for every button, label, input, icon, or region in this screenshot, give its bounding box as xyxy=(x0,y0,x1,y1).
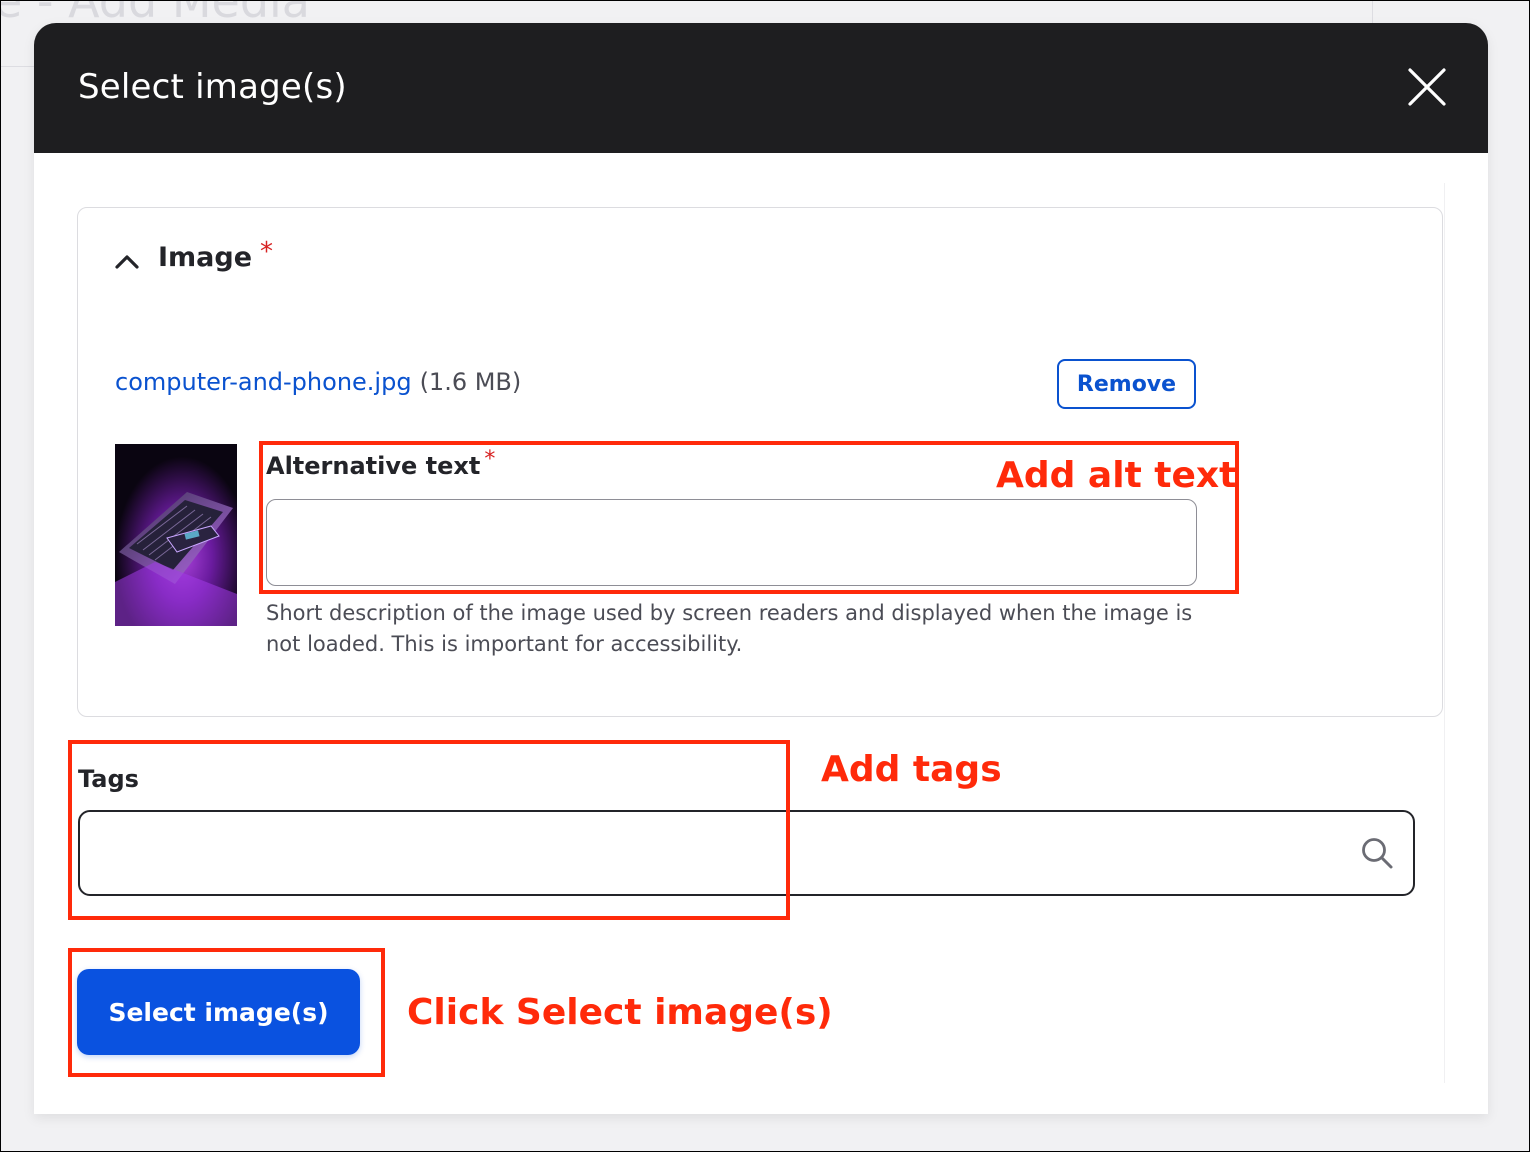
alt-text-description: Short description of the image used by s… xyxy=(266,601,1193,656)
annotation-alt-text-label: Add alt text xyxy=(996,455,1237,496)
tags-label: Tags xyxy=(78,765,139,793)
annotation-tags-label: Add tags xyxy=(821,749,1002,790)
section-title: Image * xyxy=(158,237,273,273)
file-row: computer-and-phone.jpg (1.6 MB) xyxy=(115,368,521,396)
file-size: (1.6 MB) xyxy=(419,368,522,396)
image-thumbnail xyxy=(115,444,237,626)
select-images-dialog: Select image(s) Image * computer-and-phon… xyxy=(34,23,1488,1114)
dialog-header: Select image(s) xyxy=(34,23,1488,153)
alt-text-label-text: Alternative text xyxy=(266,452,481,480)
dialog-title: Select image(s) xyxy=(78,67,347,107)
content-edge xyxy=(1444,183,1445,1083)
file-link[interactable]: computer-and-phone.jpg xyxy=(115,368,412,396)
required-marker: * xyxy=(260,237,274,267)
remove-button[interactable]: Remove xyxy=(1057,359,1196,409)
background-divider-vertical xyxy=(1372,0,1373,24)
section-title-text: Image xyxy=(158,242,253,273)
search-icon xyxy=(1360,836,1394,870)
alt-text-label: Alternative text * xyxy=(266,447,495,480)
chevron-up-icon[interactable] xyxy=(112,246,142,276)
image-details-panel: Image * computer-and-phone.jpg (1.6 MB) Re… xyxy=(77,207,1443,717)
alt-text-required-marker: * xyxy=(484,447,496,472)
tags-input[interactable] xyxy=(78,810,1415,896)
annotation-select-label: Click Select image(s) xyxy=(407,992,833,1033)
close-icon[interactable] xyxy=(1406,66,1448,108)
alt-text-input[interactable] xyxy=(266,499,1197,586)
select-images-button[interactable]: Select image(s) xyxy=(77,969,360,1055)
